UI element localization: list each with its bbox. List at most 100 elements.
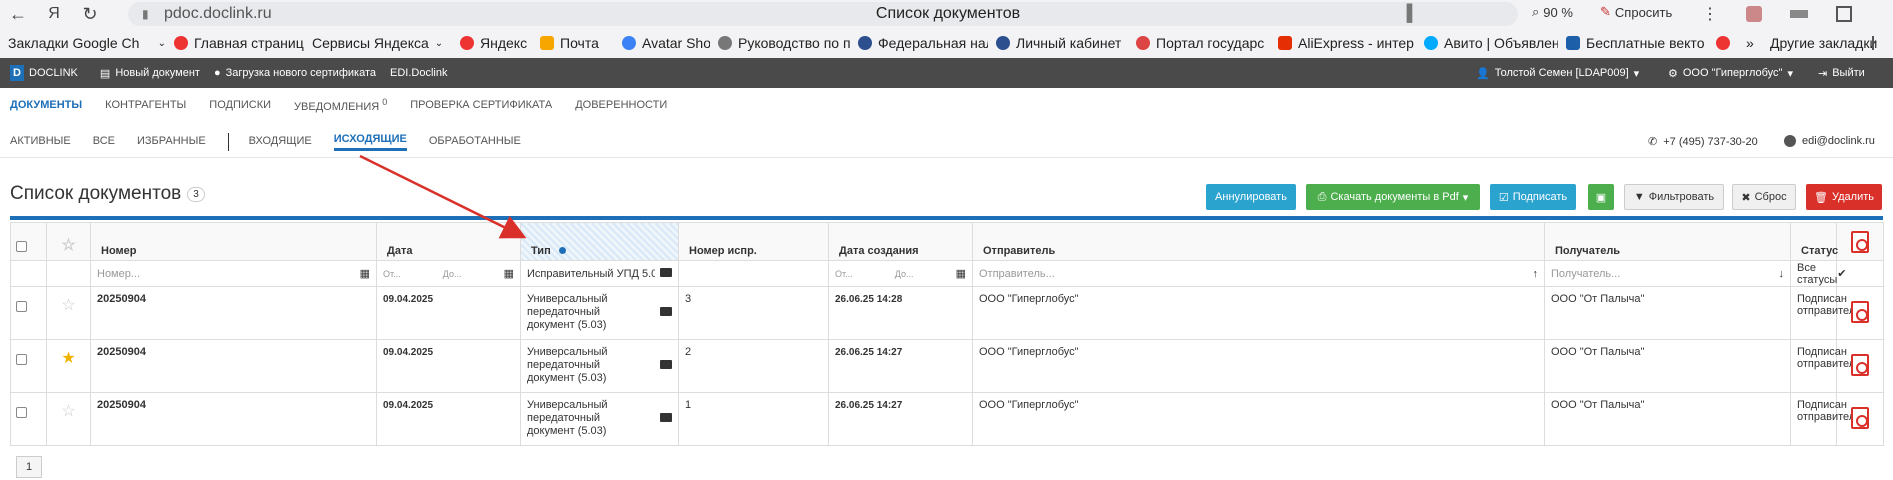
sidebar-icon[interactable] bbox=[1836, 6, 1852, 22]
table-row[interactable]: ★ 20250904 09.04.2025 Универсальный пере… bbox=[10, 339, 1884, 393]
bookmark-item[interactable]: Закладки Google Ch ⌄ bbox=[8, 35, 166, 51]
delete-button[interactable]: 🗑 Удалить bbox=[1806, 184, 1882, 210]
bookmark-item[interactable]: Бесплатные векто bbox=[1566, 35, 1708, 51]
col-header-sender[interactable]: Отправитель bbox=[972, 222, 1545, 261]
bookmark-item[interactable] bbox=[1716, 36, 1738, 50]
load-certificate-link[interactable]: ● Загрузка нового сертификата bbox=[214, 67, 376, 79]
calendar-icon[interactable]: ▦ bbox=[504, 267, 514, 280]
edi-link[interactable]: EDI.Doclink bbox=[390, 67, 447, 79]
row-checkbox[interactable] bbox=[16, 301, 27, 312]
ask-button[interactable]: Спросить bbox=[1615, 5, 1672, 20]
type-filter-select[interactable]: Исправительный УПД 5.0 bbox=[527, 268, 655, 280]
col-header-date[interactable]: Дата bbox=[376, 222, 521, 261]
tab-counterparties[interactable]: КОНТРАГЕНТЫ bbox=[105, 99, 186, 111]
back-icon[interactable]: ← bbox=[0, 0, 36, 28]
bookmark-item[interactable]: Федеральная нал bbox=[858, 35, 988, 51]
pagination-page[interactable]: 1 bbox=[16, 456, 42, 478]
star-icon[interactable]: ☆ bbox=[47, 235, 90, 255]
sign-button[interactable]: ☑ Подписать bbox=[1490, 184, 1576, 210]
select-all-checkbox[interactable] bbox=[16, 241, 27, 252]
menu-icon[interactable]: ⋮ bbox=[1702, 4, 1718, 24]
tab-processed[interactable]: ОБРАБОТАННЫЕ bbox=[429, 135, 521, 150]
logo[interactable]: D DOCLINK bbox=[10, 65, 78, 81]
page-title: Список документов 3 bbox=[10, 183, 205, 205]
url-text[interactable]: pdoc.doclink.ru bbox=[164, 5, 272, 23]
tab-documents[interactable]: ДОКУМЕНТЫ bbox=[10, 99, 82, 111]
status-filter-select[interactable]: Все статусы bbox=[1797, 262, 1837, 286]
zoom-level[interactable]: 90 % bbox=[1543, 5, 1573, 20]
minimize-icon[interactable] bbox=[1790, 10, 1808, 18]
reload-icon[interactable]: ↻ bbox=[72, 0, 108, 28]
download-pdf-button[interactable]: ⎙ Скачать документы в Pdf ▾ bbox=[1306, 184, 1480, 210]
recipient-filter-input[interactable]: Получатель... bbox=[1551, 268, 1620, 280]
other-bookmarks[interactable]: Другие закладки bbox=[1770, 35, 1877, 51]
favorite-star-icon[interactable]: ★ bbox=[47, 348, 90, 368]
calculator-icon[interactable]: ▦ bbox=[360, 267, 370, 280]
org-menu[interactable]: ⚙ ООО "Гиперглобус" ▾ bbox=[1668, 67, 1793, 80]
tab-powers-of-attorney[interactable]: ДОВЕРЕННОСТИ bbox=[575, 99, 667, 111]
bookmark-item[interactable]: Руководство по п bbox=[718, 35, 850, 51]
tab-outgoing[interactable]: ИСХОДЯЩИЕ bbox=[333, 133, 407, 151]
tab-active[interactable]: АКТИВНЫЕ bbox=[10, 135, 71, 150]
date-to-input[interactable]: До... bbox=[443, 269, 462, 279]
folder-icon[interactable] bbox=[660, 307, 672, 332]
user-menu[interactable]: 👤 Толстой Семен [LDAP009] ▾ bbox=[1476, 67, 1639, 80]
tab-incoming[interactable]: ВХОДЯЩИЕ bbox=[249, 135, 312, 150]
check-icon[interactable]: ✔ bbox=[1837, 267, 1846, 280]
sort-down-icon[interactable]: ↓ bbox=[1779, 268, 1785, 280]
excel-export-button[interactable]: ▣ bbox=[1588, 184, 1614, 210]
sender-filter-input[interactable]: Отправитель... bbox=[979, 268, 1055, 280]
bookmark-item[interactable]: Личный кабинет bbox=[996, 35, 1128, 51]
created-from-input[interactable]: От... bbox=[835, 269, 853, 279]
document-type: Универсальный передаточный документ (5.0… bbox=[527, 399, 608, 437]
tab-notifications[interactable]: УВЕДОМЛЕНИЯ 0 bbox=[294, 97, 387, 113]
col-header-status[interactable]: Статус bbox=[1790, 222, 1838, 261]
bookmark-item[interactable]: AliExpress - интер bbox=[1278, 35, 1416, 51]
support-email[interactable]: edi@doclink.ru bbox=[1784, 135, 1875, 147]
filter-button[interactable]: ▼ Фильтровать bbox=[1624, 184, 1724, 210]
yandex-icon[interactable]: Я bbox=[36, 0, 72, 28]
calendar-icon[interactable]: ▦ bbox=[956, 267, 966, 280]
tab-all[interactable]: ВСЕ bbox=[93, 135, 115, 150]
created-to-input[interactable]: До... bbox=[895, 269, 914, 279]
reset-button[interactable]: ✖ Сброс bbox=[1732, 184, 1796, 210]
number-filter-input[interactable]: Номер... bbox=[97, 268, 140, 280]
table-row[interactable]: ☆ 20250904 09.04.2025 Универсальный пере… bbox=[10, 286, 1884, 340]
bookmark-item[interactable]: Главная страница bbox=[174, 35, 304, 51]
bookmark-item[interactable]: Сервисы Яндекса ⌄ bbox=[312, 35, 452, 51]
row-checkbox[interactable] bbox=[16, 407, 27, 418]
annul-button[interactable]: Аннулировать bbox=[1206, 184, 1296, 210]
date-from-input[interactable]: От... bbox=[383, 269, 401, 279]
pdf-icon[interactable] bbox=[1851, 231, 1869, 253]
tab-favorites[interactable]: ИЗБРАННЫЕ bbox=[137, 135, 206, 150]
pdf-icon[interactable] bbox=[1851, 354, 1869, 376]
address-bar[interactable]: ▮ pdoc.doclink.ru Список документов ▌ bbox=[128, 2, 1518, 26]
folder-icon[interactable] bbox=[660, 413, 672, 438]
table-row[interactable]: ☆ 20250904 09.04.2025 Универсальный пере… bbox=[10, 392, 1884, 446]
bookmark-item[interactable]: Портал государс bbox=[1136, 35, 1270, 51]
pdf-icon[interactable] bbox=[1851, 301, 1869, 323]
bookmarks-more[interactable]: » bbox=[1746, 35, 1766, 51]
extension-icon[interactable] bbox=[1746, 6, 1762, 22]
favorite-star-icon[interactable]: ☆ bbox=[47, 295, 90, 315]
logout-link[interactable]: ⇥ Выйти bbox=[1818, 67, 1865, 80]
bookmark-icon[interactable]: ▌ bbox=[1407, 5, 1418, 23]
bookmark-item[interactable]: Авито | Объявлен bbox=[1424, 35, 1558, 51]
col-header-number[interactable]: Номер bbox=[90, 222, 377, 261]
col-header-created[interactable]: Дата создания bbox=[828, 222, 973, 261]
folder-icon[interactable] bbox=[660, 360, 672, 385]
row-checkbox[interactable] bbox=[16, 354, 27, 365]
col-header-type[interactable]: Тип bbox=[520, 222, 679, 261]
favorite-star-icon[interactable]: ☆ bbox=[47, 401, 90, 421]
new-document-link[interactable]: ▤ Новый документ bbox=[100, 67, 200, 80]
bookmark-item[interactable]: Яндекс bbox=[460, 35, 532, 51]
pdf-icon[interactable] bbox=[1851, 407, 1869, 429]
bookmark-item[interactable]: Avatar Shop bbox=[622, 35, 710, 51]
sort-up-icon[interactable]: ↑ bbox=[1533, 268, 1539, 280]
tab-subscriptions[interactable]: ПОДПИСКИ bbox=[209, 99, 271, 111]
folder-icon[interactable] bbox=[660, 267, 672, 280]
col-header-recipient[interactable]: Получатель bbox=[1544, 222, 1791, 261]
bookmark-item[interactable]: Почта bbox=[540, 35, 614, 51]
tab-certificate-check[interactable]: ПРОВЕРКА СЕРТИФИКАТА bbox=[410, 99, 552, 111]
col-header-correction-number[interactable]: Номер испр. bbox=[678, 222, 829, 261]
